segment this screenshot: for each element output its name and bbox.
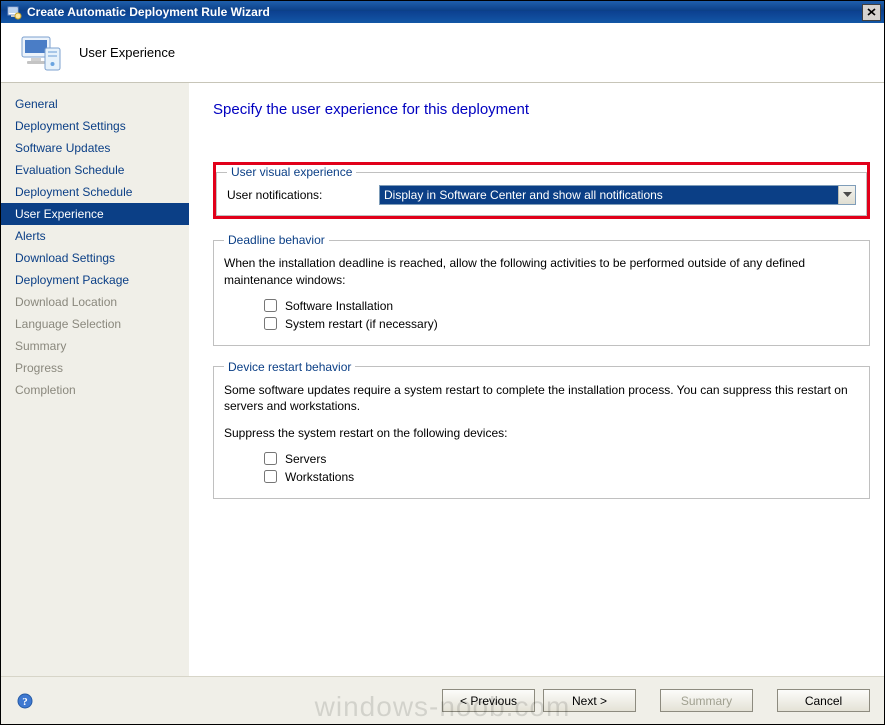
sidebar-item-user-experience[interactable]: User Experience	[1, 203, 189, 225]
next-button[interactable]: Next >	[543, 689, 636, 712]
svg-text:?: ?	[22, 696, 28, 708]
user-notifications-label: User notifications:	[227, 188, 379, 202]
user-notifications-dropdown[interactable]: Display in Software Center and show all …	[379, 185, 856, 205]
cancel-button[interactable]: Cancel	[777, 689, 870, 712]
suppress-label: Suppress the system restart on the follo…	[224, 425, 859, 442]
content: Specify the user experience for this dep…	[189, 83, 884, 676]
app-icon	[6, 4, 22, 20]
deadline-behavior-legend: Deadline behavior	[224, 233, 329, 247]
highlight-box: User visual experience User notification…	[213, 162, 870, 219]
user-visual-experience-group: User visual experience User notification…	[216, 165, 867, 216]
banner-title: User Experience	[79, 45, 175, 60]
workstations-label: Workstations	[285, 470, 354, 484]
chevron-down-icon	[838, 186, 855, 204]
titlebar: Create Automatic Deployment Rule Wizard	[1, 1, 884, 23]
software-installation-checkbox[interactable]	[264, 299, 277, 312]
previous-button[interactable]: < Previous	[442, 689, 535, 712]
user-visual-experience-legend: User visual experience	[227, 165, 356, 179]
sidebar-item-deployment-schedule[interactable]: Deployment Schedule	[1, 181, 189, 203]
servers-checkbox[interactable]	[264, 452, 277, 465]
window-title: Create Automatic Deployment Rule Wizard	[27, 5, 862, 19]
workstations-checkbox[interactable]	[264, 470, 277, 483]
sidebar-item-general[interactable]: General	[1, 93, 189, 115]
deadline-behavior-group: Deadline behavior When the installation …	[213, 233, 870, 346]
wizard-window: Create Automatic Deployment Rule Wizard …	[0, 0, 885, 725]
banner-computer-icon	[19, 31, 63, 75]
sidebar-item-summary: Summary	[1, 335, 189, 357]
sidebar-item-download-settings[interactable]: Download Settings	[1, 247, 189, 269]
sidebar-item-deployment-package[interactable]: Deployment Package	[1, 269, 189, 291]
summary-button: Summary	[660, 689, 753, 712]
deadline-description: When the installation deadline is reache…	[224, 255, 859, 289]
sidebar-item-download-location: Download Location	[1, 291, 189, 313]
sidebar-item-language-selection: Language Selection	[1, 313, 189, 335]
device-restart-group: Device restart behavior Some software up…	[213, 360, 870, 499]
device-restart-description: Some software updates require a system r…	[224, 382, 859, 416]
sidebar-item-evaluation-schedule[interactable]: Evaluation Schedule	[1, 159, 189, 181]
software-installation-label: Software Installation	[285, 299, 393, 313]
servers-label: Servers	[285, 452, 326, 466]
sidebar-item-alerts[interactable]: Alerts	[1, 225, 189, 247]
system-restart-label: System restart (if necessary)	[285, 317, 438, 331]
page-heading: Specify the user experience for this dep…	[213, 101, 870, 118]
device-restart-legend: Device restart behavior	[224, 360, 355, 374]
system-restart-checkbox[interactable]	[264, 317, 277, 330]
body: General Deployment Settings Software Upd…	[1, 83, 884, 676]
sidebar-item-progress: Progress	[1, 357, 189, 379]
close-button[interactable]	[862, 4, 881, 21]
footer: ? < Previous Next > Summary Cancel	[1, 676, 884, 724]
sidebar-item-completion: Completion	[1, 379, 189, 401]
banner: User Experience	[1, 23, 884, 83]
user-notifications-value: Display in Software Center and show all …	[384, 188, 663, 202]
sidebar-item-software-updates[interactable]: Software Updates	[1, 137, 189, 159]
help-icon[interactable]: ?	[17, 693, 33, 709]
sidebar: General Deployment Settings Software Upd…	[1, 83, 189, 676]
sidebar-item-deployment-settings[interactable]: Deployment Settings	[1, 115, 189, 137]
